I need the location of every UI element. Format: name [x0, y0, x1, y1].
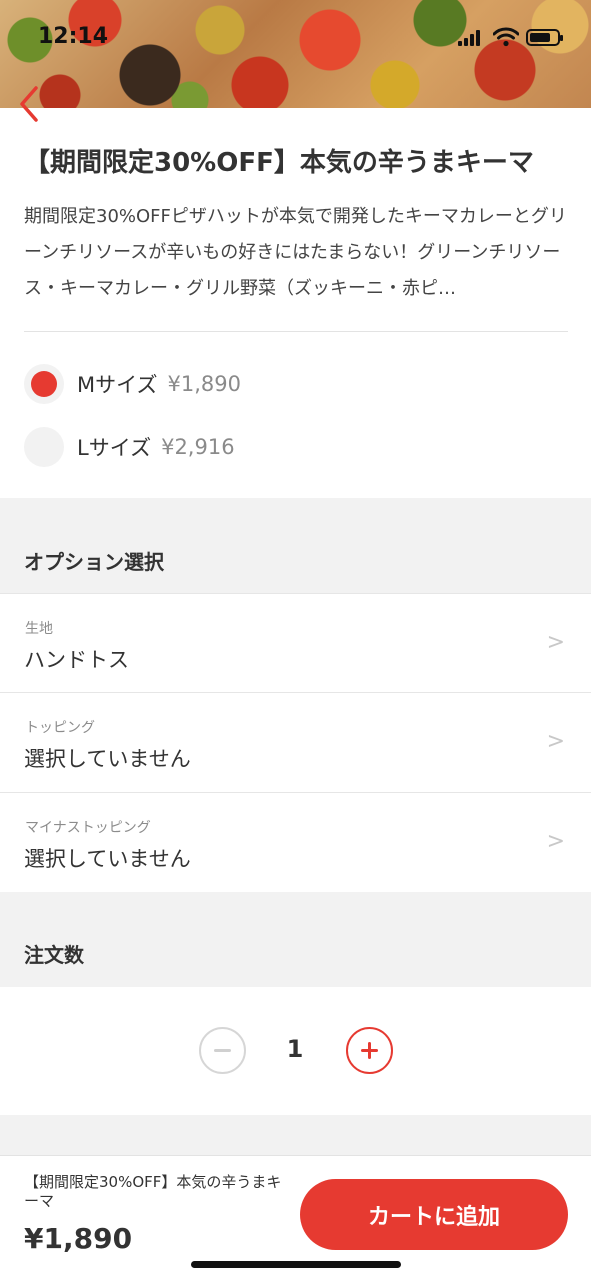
option-label: 生地	[25, 621, 53, 637]
option-value: ハンドトス	[24, 648, 129, 672]
radio-unselected-icon[interactable]	[24, 427, 64, 467]
chevron-right-icon: >	[546, 729, 565, 754]
options-section-title: オプション選択	[24, 550, 164, 574]
option-row-crust[interactable]: 生地 ハンドトス >	[0, 593, 591, 692]
quantity-section-header: 注文数	[0, 892, 591, 988]
footer-product-name: 【期間限定30%OFF】本気の辛うまキーマ	[24, 1173, 282, 1210]
option-value: 選択していません	[24, 847, 191, 871]
size-name: Mサイズ	[77, 373, 158, 397]
status-bar: 12:14	[0, 0, 591, 70]
back-chevron-icon[interactable]	[10, 82, 50, 126]
status-time: 12:14	[38, 24, 109, 49]
size-option-m[interactable]: Mサイズ ¥1,890	[24, 364, 424, 404]
footer-bar: 【期間限定30%OFF】本気の辛うまキーマ ¥1,890 カートに追加	[0, 1155, 591, 1280]
decrease-quantity-button[interactable]	[199, 1027, 246, 1074]
footer-price: ¥1,890	[24, 1222, 133, 1255]
option-value: 選択していません	[24, 747, 191, 771]
wifi-icon	[493, 27, 519, 47]
chevron-right-icon: >	[546, 630, 565, 655]
product-description: 期間限定30%OFFピザハットが本気で開発したキーマカレーとグリーンチリソースが…	[24, 206, 567, 299]
size-price: ¥2,916	[161, 435, 235, 459]
size-option-l[interactable]: Lサイズ ¥2,916	[24, 427, 424, 467]
size-name: Lサイズ	[77, 436, 152, 460]
quantity-section-title: 注文数	[24, 943, 84, 967]
radio-selected-icon[interactable]	[24, 364, 64, 404]
option-row-topping[interactable]: トッピング 選択していません >	[0, 692, 591, 791]
battery-icon	[526, 29, 563, 46]
option-label: マイナストッピング	[25, 820, 151, 836]
increase-quantity-button[interactable]	[346, 1027, 393, 1074]
options-section-header: オプション選択	[0, 498, 591, 594]
chevron-right-icon: >	[546, 829, 565, 854]
option-label: トッピング	[25, 720, 95, 736]
add-to-cart-button[interactable]: カートに追加	[300, 1179, 568, 1250]
quantity-value: 1	[286, 1035, 304, 1063]
product-title: 【期間限定30%OFF】本気の辛うまキーマ	[24, 148, 534, 178]
home-indicator	[191, 1261, 401, 1268]
divider	[24, 331, 568, 332]
spacer-section	[0, 1115, 591, 1155]
option-row-minus-topping[interactable]: マイナストッピング 選択していません >	[0, 792, 591, 891]
size-price: ¥1,890	[167, 372, 241, 396]
cellular-signal-icon	[458, 30, 480, 46]
quantity-stepper: 1	[0, 987, 591, 1115]
